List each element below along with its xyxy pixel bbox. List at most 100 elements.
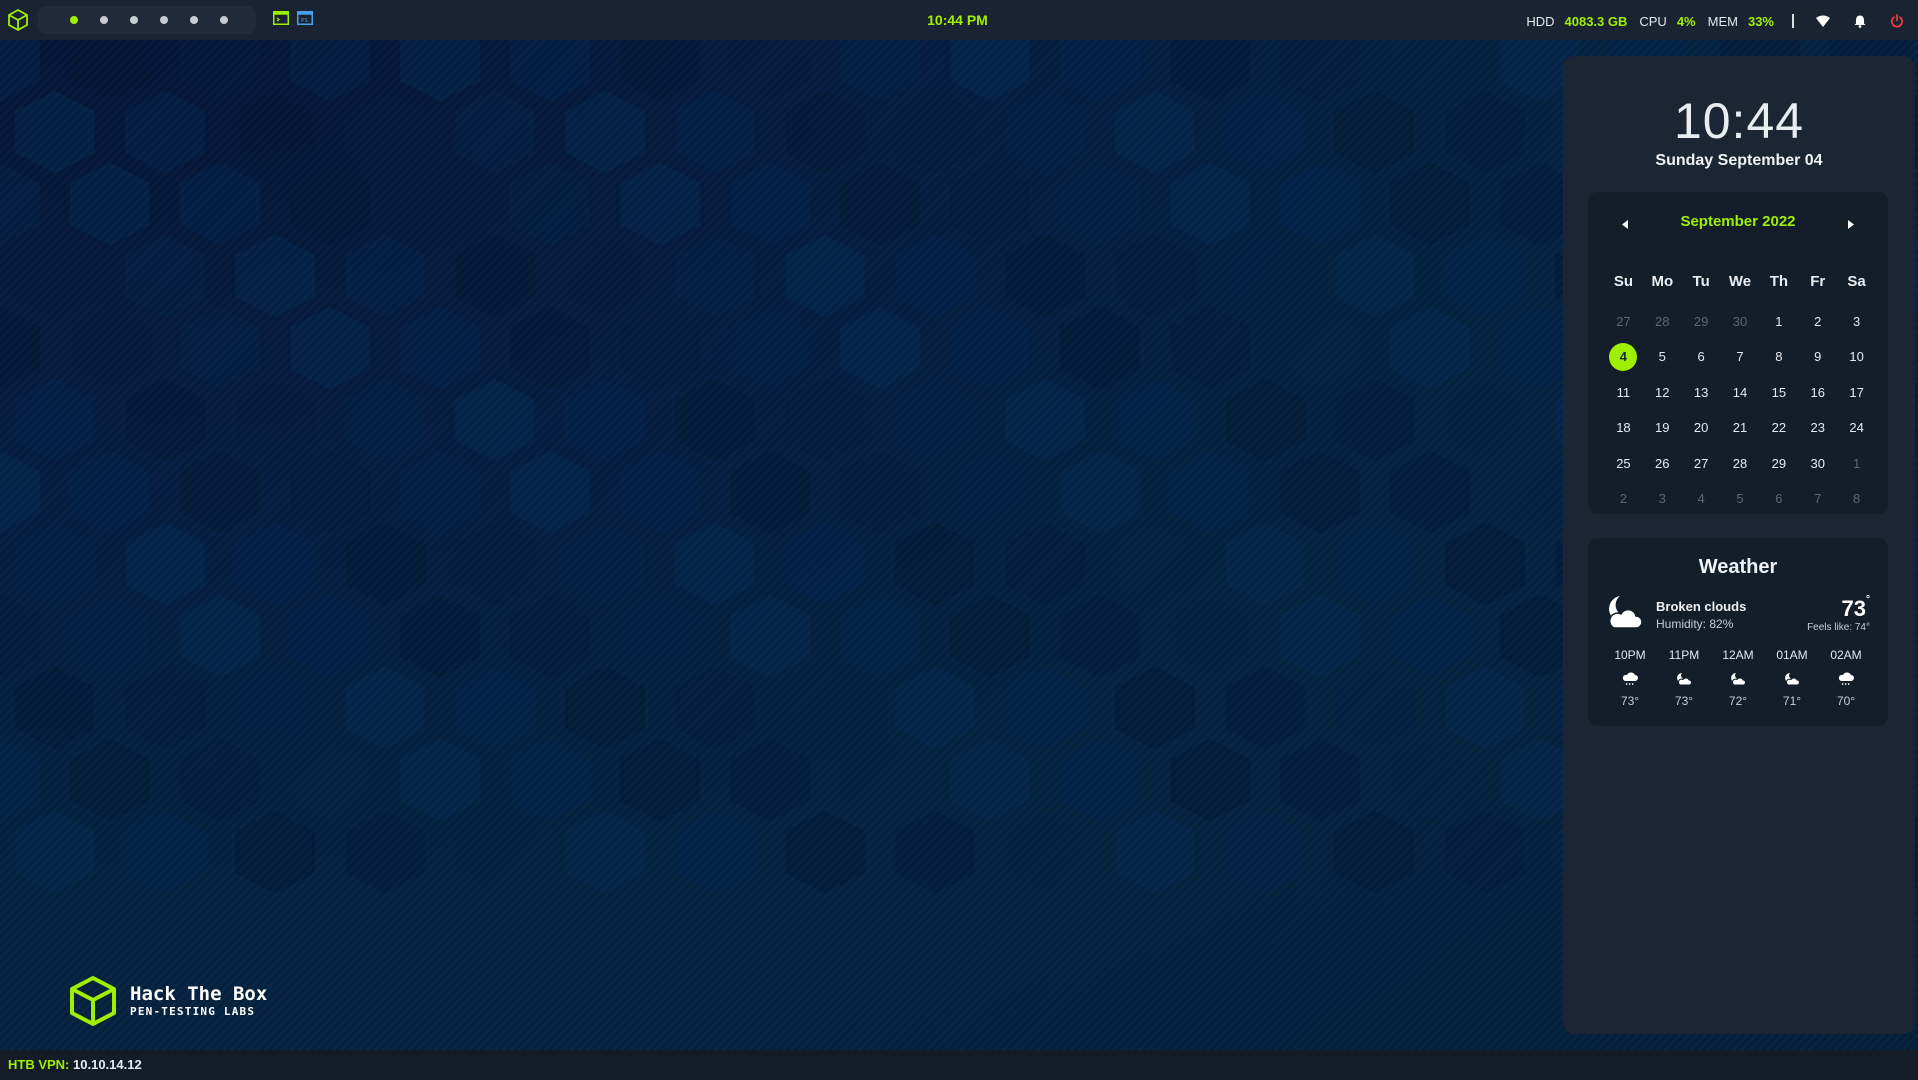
calendar-day-number: 6 (1697, 349, 1705, 365)
calendar-day[interactable]: 10 (1837, 344, 1876, 370)
vpn-label: HTB VPN: (8, 1057, 70, 1072)
calendar-day[interactable]: 1 (1837, 451, 1876, 477)
calendar-day[interactable]: 2 (1604, 486, 1643, 512)
weekday-label: We (1728, 272, 1752, 290)
calendar-day[interactable]: 24 (1837, 415, 1876, 441)
calendar-day[interactable]: 30 (1798, 451, 1837, 477)
calendar-day-number: 17 (1849, 384, 1864, 400)
moon-cloud-icon (1604, 592, 1644, 637)
next-month-icon[interactable] (1847, 216, 1854, 234)
calendar-day-today[interactable]: 4 (1604, 343, 1643, 372)
panel-date: Sunday September 04 (1655, 152, 1823, 169)
calendar-day[interactable]: 5 (1721, 486, 1760, 512)
calendar-day[interactable]: 16 (1798, 380, 1837, 406)
calendar-day[interactable]: 30 (1721, 309, 1760, 335)
calendar-day[interactable]: 28 (1721, 451, 1760, 477)
cpu-value: 4% (1676, 13, 1696, 29)
weather-feels-like: Feels like: 74° (1807, 622, 1870, 633)
calendar-day-number: 18 (1616, 420, 1631, 436)
calendar-day[interactable]: 18 (1604, 415, 1643, 441)
weekday-label: Th (1769, 272, 1789, 290)
bottom-bar: HTB VPN: 10.10.14.12 (0, 1050, 1918, 1080)
calendar-day[interactable]: 4 (1682, 486, 1721, 512)
workspace-4-dot[interactable] (160, 16, 168, 24)
vpn-ip: 10.10.14.12 (73, 1057, 142, 1072)
calendar-day[interactable]: 6 (1759, 486, 1798, 512)
calendar-day[interactable]: 25 (1604, 451, 1643, 477)
calendar-day[interactable]: 26 (1643, 451, 1682, 477)
mem-label: MEM (1707, 13, 1738, 29)
hourly-temp: 71° (1782, 694, 1802, 708)
top-bar: PS 10:44 PM HDD 4083.3 GB CPU 4% MEM 33% (0, 0, 1918, 40)
calendar-day[interactable]: 13 (1682, 380, 1721, 406)
calendar-day-number: 13 (1693, 384, 1709, 400)
calendar-day[interactable]: 5 (1643, 344, 1682, 370)
brand-subtitle: PEN-TESTING LABS (130, 1005, 256, 1018)
wifi-icon[interactable] (1816, 15, 1830, 27)
calendar-day[interactable]: 7 (1721, 344, 1760, 370)
power-icon[interactable] (1890, 14, 1904, 28)
htb-cube-icon[interactable] (6, 8, 30, 32)
calendar-day[interactable]: 27 (1682, 451, 1721, 477)
powershell-icon[interactable]: PS (297, 11, 313, 25)
calendar-day[interactable]: 22 (1759, 415, 1798, 441)
calendar-day-number: 5 (1736, 491, 1744, 507)
workspace-6-dot[interactable] (220, 16, 228, 24)
status-divider (1792, 14, 1794, 28)
calendar-day[interactable]: 21 (1721, 415, 1760, 441)
calendar-day-number: 7 (1814, 491, 1822, 507)
moon-cloud-icon (1768, 666, 1816, 692)
calendar-day[interactable]: 7 (1798, 486, 1837, 512)
calendar-day[interactable]: 15 (1759, 380, 1798, 406)
calendar-day[interactable]: 8 (1837, 486, 1876, 512)
calendar-week-row: 25 26 27 28 29 30 1 (1604, 446, 1876, 482)
workspace-2-dot[interactable] (100, 16, 108, 24)
calendar-day-number: 16 (1810, 384, 1825, 400)
calendar-day[interactable]: 19 (1643, 415, 1682, 441)
calendar-day[interactable]: 2 (1798, 309, 1837, 335)
calendar-day-number: 19 (1655, 420, 1670, 436)
workspace-5-dot[interactable] (190, 16, 198, 24)
hourly-temp: 72° (1728, 694, 1748, 708)
calendar-day[interactable]: 28 (1643, 309, 1682, 335)
brand-title: Hack The Box (130, 983, 268, 1005)
calendar-day[interactable]: 20 (1682, 415, 1721, 441)
hourly-time: 02AM (1830, 648, 1862, 662)
hourly-temp: 73° (1674, 694, 1694, 708)
workspace-3-dot[interactable] (130, 16, 138, 24)
calendar-week-row: 27 28 29 30 1 2 3 (1604, 304, 1876, 340)
calendar-day-number: 22 (1771, 420, 1787, 436)
calendar-day[interactable]: 29 (1682, 309, 1721, 335)
calendar-day[interactable]: 3 (1837, 309, 1876, 335)
calendar-day-number: 28 (1655, 313, 1670, 329)
calendar-day[interactable]: 12 (1643, 380, 1682, 406)
calendar-weekday-row: Su Mo Tu We Th Fr Sa (1604, 264, 1876, 299)
hourly-time: 01AM (1776, 648, 1808, 662)
calendar-day[interactable]: 6 (1682, 344, 1721, 370)
calendar-day[interactable]: 8 (1759, 344, 1798, 370)
calendar-day[interactable]: 17 (1837, 380, 1876, 406)
topbar-clock[interactable]: 10:44 PM (900, 12, 1015, 28)
terminal-icon[interactable] (273, 11, 289, 25)
calendar-day[interactable]: 23 (1798, 415, 1837, 441)
calendar-day[interactable]: 29 (1759, 451, 1798, 477)
calendar-day[interactable]: 11 (1604, 380, 1643, 406)
calendar-day[interactable]: 9 (1798, 344, 1837, 370)
hourly-time: 12AM (1722, 648, 1754, 662)
workspace-1-dot[interactable] (70, 16, 78, 24)
system-status: HDD 4083.3 GB CPU 4% MEM 33% (1526, 12, 1904, 30)
calendar-day-number: 24 (1849, 420, 1864, 436)
calendar-week-row: 2 3 4 5 6 7 8 (1604, 482, 1876, 518)
hourly-forecast-item: 11PM 73° (1660, 648, 1708, 708)
weather-temperature: 73° (1841, 594, 1870, 621)
calendar-day[interactable]: 3 (1643, 486, 1682, 512)
vpn-status: HTB VPN: 10.10.14.12 (8, 1057, 142, 1072)
calendar-day[interactable]: 27 (1604, 309, 1643, 335)
calendar-widget: September 2022 Su Mo Tu We Th Fr Sa 27 28 29 30 1 2… (1588, 192, 1888, 514)
calendar-day-number: 6 (1775, 491, 1783, 507)
calendar-day[interactable]: 14 (1721, 380, 1760, 406)
calendar-day[interactable]: 1 (1759, 309, 1798, 335)
hourly-forecast-item: 01AM 71° (1768, 648, 1816, 708)
hourly-time: 10PM (1614, 648, 1646, 662)
bell-icon[interactable] (1854, 15, 1866, 28)
